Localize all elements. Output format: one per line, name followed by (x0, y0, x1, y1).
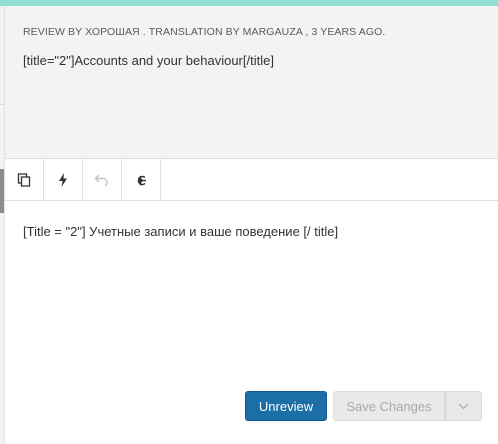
source-string: [title="2"]Accounts and your behaviour[/… (23, 53, 274, 68)
save-changes-button[interactable]: Save Changes (333, 391, 445, 421)
translation-input[interactable]: [Title = "2"] Учетные записи и ваше пове… (23, 224, 338, 239)
copy-icon (17, 173, 31, 187)
gutter-divider (0, 104, 4, 105)
lightning-icon (58, 173, 68, 187)
undo-icon (94, 174, 110, 186)
resize-handle[interactable] (0, 169, 4, 213)
unreview-button[interactable]: Unreview (245, 391, 327, 421)
review-meta: REVIEW BY ХОРОШАЯ . TRANSLATION BY MARGA… (23, 26, 386, 38)
undo-button[interactable] (83, 159, 122, 201)
auto-translate-button[interactable] (44, 159, 83, 201)
ampersand-icon (134, 173, 148, 188)
copy-source-button[interactable] (5, 159, 44, 201)
special-characters-button[interactable] (122, 159, 161, 201)
review-page: REVIEW BY ХОРОШАЯ . TRANSLATION BY MARGA… (0, 0, 498, 444)
chevron-down-icon (458, 397, 469, 415)
save-options-dropdown[interactable] (445, 391, 482, 421)
editor-toolbar (5, 158, 498, 201)
translation-editor[interactable]: [Title = "2"] Учетные записи и ваше пове… (5, 201, 498, 444)
source-panel: REVIEW BY ХОРОШАЯ . TRANSLATION BY MARGA… (5, 6, 498, 158)
